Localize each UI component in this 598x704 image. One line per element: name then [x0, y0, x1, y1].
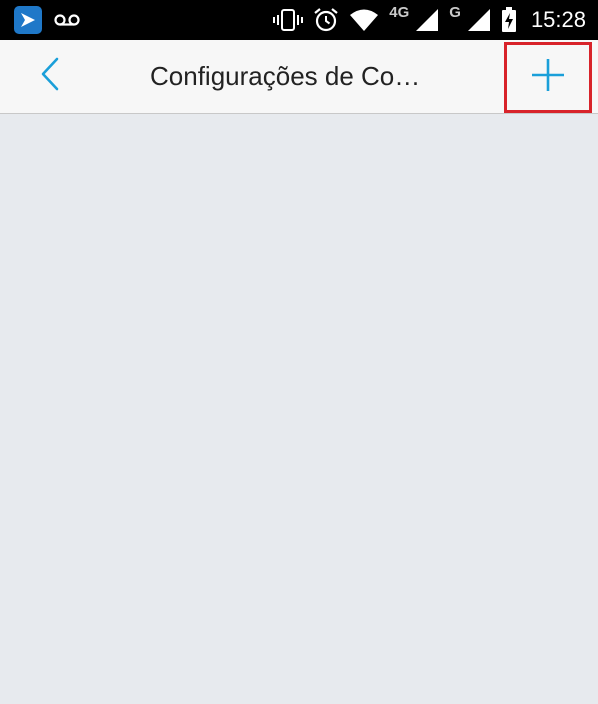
- status-bar-left: [14, 6, 80, 34]
- page-title: Configurações de Co…: [150, 61, 421, 91]
- battery-charging-icon: [501, 7, 517, 33]
- back-button[interactable]: [28, 54, 72, 98]
- plus-icon: [531, 58, 565, 97]
- network-label-g: G: [449, 4, 461, 21]
- chevron-left-icon: [40, 57, 60, 96]
- network-label-4g: 4G: [389, 4, 410, 21]
- wifi-icon: [349, 8, 379, 32]
- content-area: [0, 114, 598, 704]
- status-bar-right: 4G G 15:28: [273, 0, 586, 40]
- nav-bar: Configurações de Co…: [0, 40, 598, 114]
- app-notification-icon: [14, 6, 42, 34]
- alarm-icon: [313, 7, 339, 33]
- vibrate-icon: [273, 8, 304, 32]
- status-bar: 4G G 15:28: [0, 0, 598, 40]
- add-button[interactable]: [504, 42, 592, 113]
- signal-g-icon: [467, 8, 491, 32]
- voicemail-icon: [54, 13, 80, 27]
- status-clock: 15:28: [530, 7, 586, 32]
- signal-4g-icon: [415, 8, 439, 32]
